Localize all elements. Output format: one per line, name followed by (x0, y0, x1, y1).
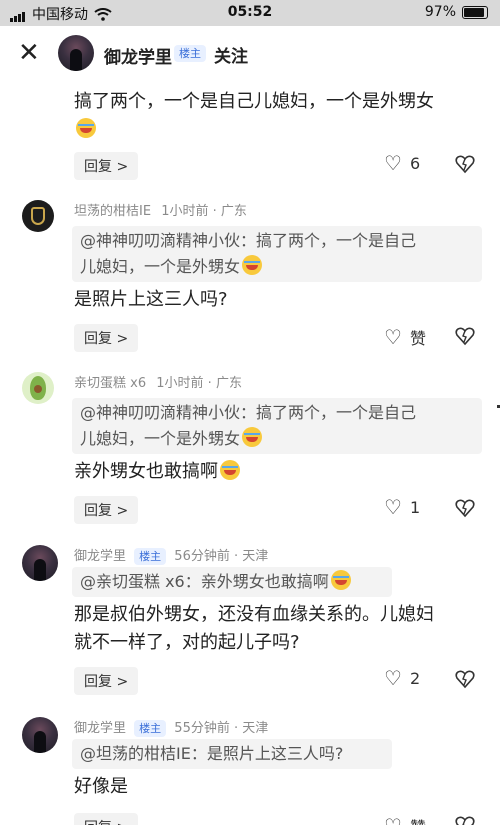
comment-text-line: 那是叔伯外甥女，还没有血缘关系的。儿媳妇 (74, 604, 434, 625)
heart-icon: ♡ (384, 495, 402, 519)
like-count: 1 (409, 497, 421, 517)
quote-line: 儿媳妇，一个是外甥女 (80, 429, 241, 448)
comment-meta: 御龙学里 楼主 55分钟前 · 天津 (74, 717, 268, 737)
reply-button[interactable]: 回复 > (74, 667, 139, 695)
author-name[interactable]: 御龙学里 (104, 43, 172, 68)
heart-icon: ♡ (384, 816, 402, 825)
quote-line: 儿媳妇，一个是外甥女 (80, 257, 241, 276)
separator: · (233, 549, 239, 564)
comment-meta: 御龙学里 楼主 56分钟前 · 天津 (74, 545, 268, 565)
comment-text-line: 亲外甥女也敢搞啊 (74, 461, 218, 482)
laughing-emoji-icon (242, 255, 263, 275)
like-count: 2 (409, 668, 421, 688)
reply-label: 回复 (84, 674, 112, 690)
battery-percent: 97% (424, 4, 456, 20)
comment-text-line: 就不一样了，对的起儿子吗? (74, 632, 300, 653)
comment-text: 亲外甥女也敢搞啊 (74, 458, 484, 486)
comment-list[interactable]: 搞了两个，一个是自己儿媳妇，一个是外甥女 回复 > ♡ 6 坦荡的柑桔IE 1小… (0, 80, 500, 825)
location: 广东 (215, 376, 242, 391)
like-button[interactable]: ♡ 6 (384, 153, 420, 173)
post-header: ✕ 御龙学里 楼主 关注 (0, 26, 500, 80)
comment-text: 搞了两个，一个是自己儿媳妇，一个是外甥女 (74, 88, 484, 144)
location: 广东 (220, 204, 247, 219)
reply-button[interactable]: 回复 > (74, 813, 139, 825)
comment-text-line: 搞了两个，一个是自己儿媳妇，一个是外甥女 (74, 91, 434, 112)
broken-heart-icon[interactable] (455, 154, 475, 174)
op-badge: 楼主 (134, 720, 167, 737)
location: 天津 (242, 721, 269, 736)
reply-button[interactable]: 回复 > (74, 496, 139, 524)
timestamp: 1小时前 (161, 204, 209, 219)
reply-button[interactable]: 回复 > (74, 152, 139, 180)
op-badge: 楼主 (134, 548, 167, 565)
chevron-right-icon: > (116, 503, 129, 519)
chevron-right-icon: > (116, 820, 128, 825)
broken-heart-icon[interactable] (455, 326, 475, 346)
heart-icon: ♡ (384, 151, 402, 175)
crying-laughing-emoji-icon (220, 460, 240, 480)
timestamp: 55分钟前 (174, 721, 230, 736)
chevron-right-icon: > (116, 159, 129, 175)
timestamp: 1小时前 (156, 376, 204, 391)
reply-button[interactable]: 回复 > (74, 324, 139, 352)
op-badge: 楼主 (174, 45, 206, 62)
avatar[interactable] (22, 200, 54, 232)
quoted-comment: @亲切蛋糕 x6：亲外甥女也敢搞啊 (72, 567, 392, 597)
status-bar: 中国移动 05:52 97% (0, 0, 500, 26)
chevron-right-icon: > (116, 674, 129, 690)
avatar[interactable] (22, 372, 54, 404)
comment-meta: 亲切蛋糕 x6 1小时前 · 广东 (74, 372, 242, 391)
separator: · (212, 204, 217, 219)
avatar[interactable] (22, 717, 58, 753)
broken-heart-icon[interactable] (455, 498, 475, 518)
heart-icon: ♡ (384, 325, 402, 349)
quote-line: @神神叨叨滴精神小伙：搞了两个，一个是自己 (80, 231, 417, 250)
heart-icon: ♡ (384, 666, 402, 690)
reply-label: 回复 (84, 331, 112, 347)
reply-label: 回复 (84, 820, 112, 825)
comment-text: 是照片上这三人吗? (74, 289, 228, 310)
comment-item: 亲切蛋糕 x6 1小时前 · 广东 @神神叨叨滴精神小伙：搞了两个，一个是自己 … (0, 372, 500, 524)
follow-button[interactable]: 关注 (214, 42, 248, 67)
like-count: 6 (409, 153, 421, 173)
username[interactable]: 亲切蛋糕 x6 (74, 376, 146, 391)
avatar[interactable] (22, 545, 58, 581)
separator: · (233, 721, 239, 736)
like-button[interactable]: ♡ 1 (384, 497, 420, 517)
comment-text: 好像是 (74, 776, 128, 797)
quote-line: @亲切蛋糕 x6：亲外甥女也敢搞啊 (80, 572, 329, 591)
quoted-comment: @神神叨叨滴精神小伙：搞了两个，一个是自己 儿媳妇，一个是外甥女 (72, 398, 482, 454)
laughing-emoji-icon (242, 427, 263, 447)
broken-heart-icon[interactable] (455, 815, 475, 825)
like-button[interactable]: ♡ 2 (384, 668, 420, 688)
username[interactable]: 坦荡的柑桔IE (74, 204, 151, 219)
like-count: 赞 (409, 329, 426, 348)
separator: · (207, 376, 212, 391)
comment-item: 坦荡的柑桔IE 1小时前 · 广东 @神神叨叨滴精神小伙：搞了两个，一个是自己 … (0, 200, 500, 352)
like-button[interactable]: ♡ 赞 (384, 325, 426, 349)
close-icon[interactable]: ✕ (18, 40, 40, 66)
quote-line: @神神叨叨滴精神小伙：搞了两个，一个是自己 (80, 403, 417, 422)
like-count: 赞 (410, 814, 426, 825)
crying-laughing-emoji-icon (330, 570, 351, 590)
battery-icon (462, 5, 488, 19)
reply-label: 回复 (84, 159, 112, 175)
laughing-emoji-icon (76, 118, 96, 138)
timestamp: 56分钟前 (174, 549, 230, 564)
reply-label: 回复 (84, 503, 112, 519)
location: 天津 (242, 549, 269, 564)
comment-text: 那是叔伯外甥女，还没有血缘关系的。儿媳妇 就不一样了，对的起儿子吗? (74, 601, 484, 657)
quoted-comment: @坦荡的柑桔IE：是照片上这三人吗? (72, 739, 392, 769)
quote-line: @坦荡的柑桔IE：是照片上这三人吗? (80, 744, 344, 763)
quoted-comment: @神神叨叨滴精神小伙：搞了两个，一个是自己 儿媳妇，一个是外甥女 (72, 226, 482, 282)
status-right: 97% (425, 4, 488, 20)
broken-heart-icon[interactable] (455, 669, 475, 689)
comment-meta: 坦荡的柑桔IE 1小时前 · 广东 (74, 200, 247, 219)
avatar[interactable] (58, 35, 94, 71)
username[interactable]: 御龙学里 (74, 721, 126, 736)
username[interactable]: 御龙学里 (74, 549, 126, 564)
like-button[interactable]: ♡ 赞 (384, 814, 426, 825)
chevron-right-icon: > (116, 331, 129, 347)
